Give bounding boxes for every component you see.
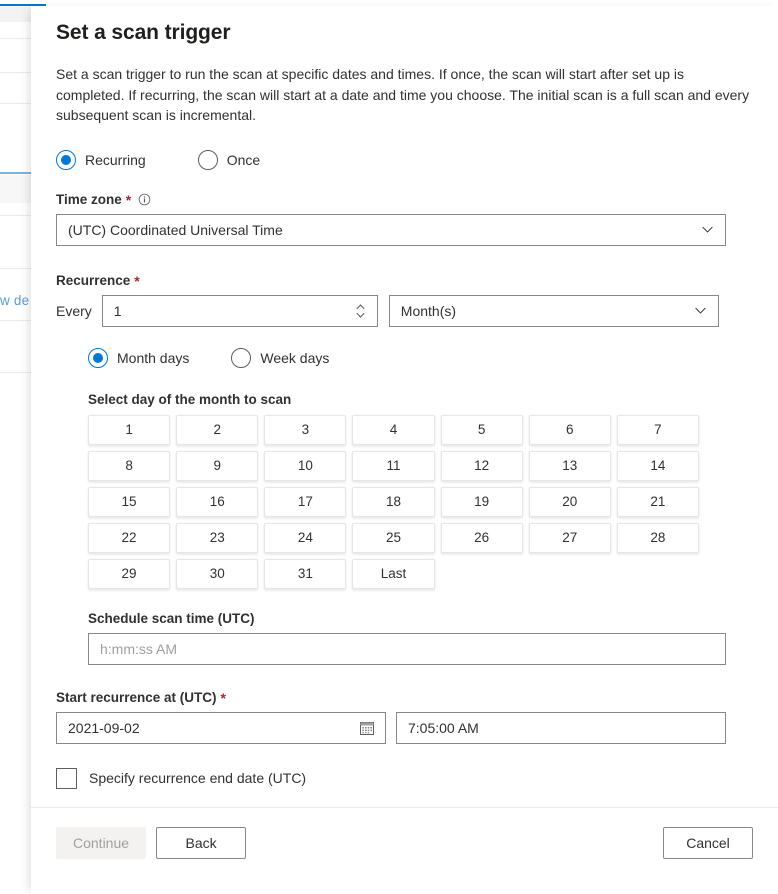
start-date-value: 2021-09-02 [68, 719, 140, 736]
day-cell[interactable]: 1 [88, 414, 171, 445]
continue-button[interactable]: Continue [56, 827, 147, 859]
chevron-down-icon [694, 304, 707, 317]
day-cell[interactable]: 24 [264, 522, 347, 553]
screen-root: w de Set a scan trigger Set a scan trigg… [0, 0, 778, 894]
start-time-value: 7:05:00 AM [408, 719, 479, 736]
recurrence-interval-row: Every 1 Month(s) [56, 294, 753, 327]
spinner-updown-icon[interactable] [353, 300, 369, 322]
page-title: Set a scan trigger [56, 21, 231, 44]
calendar-icon[interactable] [359, 720, 375, 736]
recurrence-label: Recurrence * [56, 272, 753, 289]
info-icon[interactable] [138, 193, 151, 206]
day-cell[interactable]: 2 [176, 414, 259, 445]
timezone-value: (UTC) Coordinated Universal Time [68, 221, 283, 238]
day-cell[interactable]: 25 [352, 522, 435, 553]
radio-option-once[interactable]: Once [197, 149, 261, 170]
recurrence-interval-input[interactable]: 1 [101, 294, 378, 327]
required-asterisk: * [220, 690, 226, 706]
day-cell[interactable]: 14 [616, 450, 699, 481]
page-description: Set a scan trigger to run the scan at sp… [56, 66, 750, 123]
back-button[interactable]: Back [156, 827, 247, 859]
day-cell[interactable]: 5 [440, 414, 523, 445]
radio-option-recurring[interactable]: Recurring [56, 149, 146, 170]
day-cell[interactable]: 23 [176, 522, 259, 553]
recurrence-label-text: Recurrence [56, 272, 131, 288]
radio-label-week-days: Week days [260, 349, 330, 366]
day-cell[interactable]: 4 [352, 414, 435, 445]
radio-mark-icon [56, 149, 76, 170]
day-cell[interactable]: 13 [528, 450, 611, 481]
radio-option-month-days[interactable]: Month days [88, 347, 190, 368]
start-recurrence-label-text: Start recurrence at (UTC) [56, 689, 217, 705]
schedule-scan-time-placeholder: h:mm:ss AM [100, 640, 178, 657]
required-asterisk: * [125, 192, 132, 208]
day-cell[interactable]: 10 [264, 450, 347, 481]
day-cell[interactable]: 26 [440, 522, 523, 553]
checkbox-box-icon [56, 767, 77, 789]
day-cell[interactable]: 19 [440, 486, 523, 517]
recurrence-interval-value: 1 [113, 302, 122, 319]
panel-body: Set a scan trigger Set a scan trigger to… [31, 6, 778, 807]
radio-label-recurring: Recurring [85, 151, 146, 168]
day-cell[interactable]: 12 [440, 450, 523, 481]
day-cell[interactable]: 6 [528, 414, 611, 445]
day-mode-radio-group: Month days Week days [88, 347, 753, 368]
day-cell[interactable]: Last [352, 558, 435, 589]
day-cell[interactable]: 16 [176, 486, 259, 517]
radio-mark-icon [88, 347, 108, 368]
day-grid-label: Select day of the month to scan [88, 391, 292, 407]
radio-label-once: Once [226, 151, 261, 168]
schedule-scan-time-label: Schedule scan time (UTC) [88, 611, 753, 626]
start-time-input[interactable]: 7:05:00 AM [396, 711, 726, 744]
specify-end-date-checkbox[interactable]: Specify recurrence end date (UTC) [56, 767, 753, 789]
schedule-scan-time-input[interactable]: h:mm:ss AM [88, 632, 726, 665]
day-cell[interactable]: 8 [88, 450, 171, 481]
recurrence-unit-select[interactable]: Month(s) [388, 294, 719, 327]
chevron-down-icon [701, 223, 714, 236]
radio-mark-icon [197, 149, 218, 170]
timezone-label-text: Time zone [56, 191, 122, 207]
start-date-input[interactable]: 2021-09-02 [56, 711, 386, 744]
radio-option-week-days[interactable]: Week days [231, 347, 330, 368]
day-cell[interactable]: 18 [352, 486, 435, 517]
day-cell[interactable]: 9 [176, 450, 259, 481]
day-cell[interactable]: 15 [88, 486, 171, 517]
background-view-details-link[interactable]: w de [0, 293, 29, 308]
every-label: Every [56, 302, 92, 319]
radio-label-month-days: Month days [117, 349, 190, 366]
day-cell[interactable]: 3 [264, 414, 347, 445]
specify-end-date-label: Specify recurrence end date (UTC) [89, 770, 307, 786]
footer-buttons: Continue Back Cancel [56, 808, 753, 894]
start-recurrence-label: Start recurrence at (UTC) * [56, 689, 753, 706]
day-cell[interactable]: 30 [176, 558, 259, 589]
day-grid: 1 2 3 4 5 6 7 8 9 10 11 12 13 14 15 16 17 18 19 20 21 22 23 24 2… [88, 414, 699, 589]
day-cell[interactable]: 21 [616, 486, 699, 517]
day-cell[interactable]: 29 [88, 558, 171, 589]
day-cell[interactable]: 20 [528, 486, 611, 517]
radio-mark-icon [231, 347, 252, 368]
cancel-button[interactable]: Cancel [663, 827, 753, 859]
trigger-type-radio-group: Recurring Once [56, 149, 753, 170]
day-cell[interactable]: 31 [264, 558, 347, 589]
timezone-select[interactable]: (UTC) Coordinated Universal Time [56, 213, 726, 246]
recurrence-unit-value: Month(s) [400, 302, 457, 319]
scan-trigger-panel: Set a scan trigger Set a scan trigger to… [31, 6, 778, 894]
panel-footer: Continue Back Cancel [31, 807, 778, 894]
required-asterisk: * [134, 273, 140, 289]
day-cell[interactable]: 27 [528, 522, 611, 553]
day-cell[interactable]: 22 [88, 522, 171, 553]
day-cell[interactable]: 17 [264, 486, 347, 517]
day-cell[interactable]: 7 [616, 414, 699, 445]
schedule-scan-time-label-text: Schedule scan time (UTC) [88, 610, 255, 626]
day-cell[interactable]: 11 [352, 450, 435, 481]
day-cell[interactable]: 28 [616, 522, 699, 553]
timezone-label: Time zone * [56, 192, 753, 207]
start-recurrence-row: 2021-09-02 7:05:00 AM [56, 711, 753, 744]
